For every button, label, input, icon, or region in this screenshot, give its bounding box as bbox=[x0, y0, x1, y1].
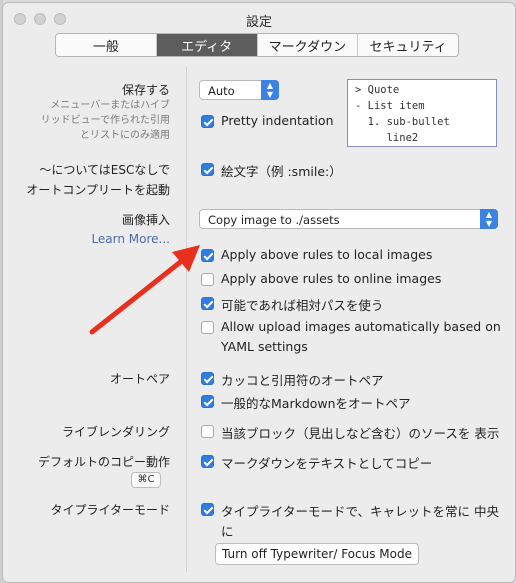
save-note-line1: メニューバーまたはハイブ bbox=[50, 100, 170, 111]
auto-upload-images-label: Allow upload images automatically based … bbox=[221, 319, 501, 334]
image-insert-label: 画像挿入 bbox=[121, 213, 170, 227]
turn-off-typewriter-focus-button[interactable]: Turn off Typewriter/ Focus Mode bbox=[215, 543, 419, 565]
image-insert-select[interactable]: Copy image to ./assets ▲ ▼ bbox=[199, 209, 498, 229]
pretty-indentation-label: Pretty indentation bbox=[221, 113, 334, 128]
apply-local-images-checkbox[interactable] bbox=[201, 249, 214, 262]
auto-upload-images-checkbox[interactable] bbox=[201, 321, 214, 334]
copy-as-markdown-label: マークダウンをテキストとしてコピー bbox=[221, 456, 433, 471]
emoji-autocomplete-label: 絵文字（例 :smile:） bbox=[221, 164, 342, 179]
copy-shortcut-key: ⌘C bbox=[131, 472, 161, 488]
column-divider bbox=[186, 67, 187, 572]
learn-more-link[interactable]: Learn More... bbox=[91, 232, 170, 246]
autopair-markdown-checkbox[interactable] bbox=[201, 395, 214, 408]
live-rendering-label: ライブレンダリング bbox=[61, 425, 170, 439]
typewriter-label: タイプライターモード bbox=[50, 503, 170, 517]
copy-behavior-label: デフォルトのコピー動作 bbox=[37, 455, 170, 469]
list-indent-select[interactable]: Auto ▲ ▼ bbox=[199, 80, 279, 100]
relative-path-checkbox[interactable] bbox=[201, 297, 214, 310]
show-block-source-checkbox[interactable] bbox=[201, 425, 214, 438]
save-label: 保存する bbox=[121, 83, 170, 97]
typewriter-center-checkbox[interactable] bbox=[201, 503, 214, 516]
image-insert-select-value: Copy image to ./assets bbox=[208, 213, 340, 227]
copy-as-markdown-checkbox[interactable] bbox=[201, 455, 214, 468]
esc-label-line1: ～についてはESCなしで bbox=[39, 163, 170, 177]
preview-line-list-item: - List item bbox=[355, 100, 425, 112]
pretty-indentation-checkbox[interactable] bbox=[201, 115, 214, 128]
select-arrows-icon: ▲ ▼ bbox=[261, 80, 279, 100]
autopair-label: オートペア bbox=[109, 372, 170, 386]
save-note-line2: リッドビューで作られた引用 bbox=[40, 115, 170, 126]
list-indent-select-value: Auto bbox=[208, 84, 235, 98]
autopair-brackets-checkbox[interactable] bbox=[201, 372, 214, 385]
list-style-preview: > Quote - List item 1. sub-bullet line2 bbox=[347, 79, 497, 147]
apply-local-images-label: Apply above rules to local images bbox=[221, 247, 433, 262]
auto-upload-images-label-line2: YAML settings bbox=[221, 339, 308, 354]
preview-line-line2: line2 bbox=[355, 132, 419, 144]
apply-online-images-label: Apply above rules to online images bbox=[221, 271, 442, 286]
preferences-window: 設定 一般 エディタ マークダウン セキュリティ 保存する メニューバーまたはハ… bbox=[2, 2, 516, 583]
autopair-markdown-label: 一般的なMarkdownをオートペア bbox=[221, 396, 411, 411]
preview-line-sub-bullet: 1. sub-bullet bbox=[355, 116, 450, 128]
save-note-line3: とリストにのみ適用 bbox=[80, 130, 170, 141]
select-arrows-icon: ▲ ▼ bbox=[480, 209, 498, 229]
typewriter-center-label: タイプライターモードで、キャレットを常に 中央 bbox=[221, 504, 499, 519]
preview-line-quote: > Quote bbox=[355, 84, 400, 96]
emoji-autocomplete-checkbox[interactable] bbox=[201, 163, 214, 176]
esc-label-line2: オートコンプリートを起動 bbox=[26, 183, 170, 197]
apply-online-images-checkbox[interactable] bbox=[201, 273, 214, 286]
editor-settings: 保存する メニューバーまたはハイブ リッドビューで作られた引用 とリストにのみ適… bbox=[3, 3, 515, 582]
typewriter-center-label-line2: に bbox=[221, 524, 234, 539]
show-block-source-label: 当該ブロック（見出しなど含む）のソースを 表示 bbox=[221, 426, 500, 441]
relative-path-label: 可能であれば相対パスを使う bbox=[221, 298, 384, 313]
autopair-brackets-label: カッコと引用符のオートペア bbox=[221, 373, 384, 388]
